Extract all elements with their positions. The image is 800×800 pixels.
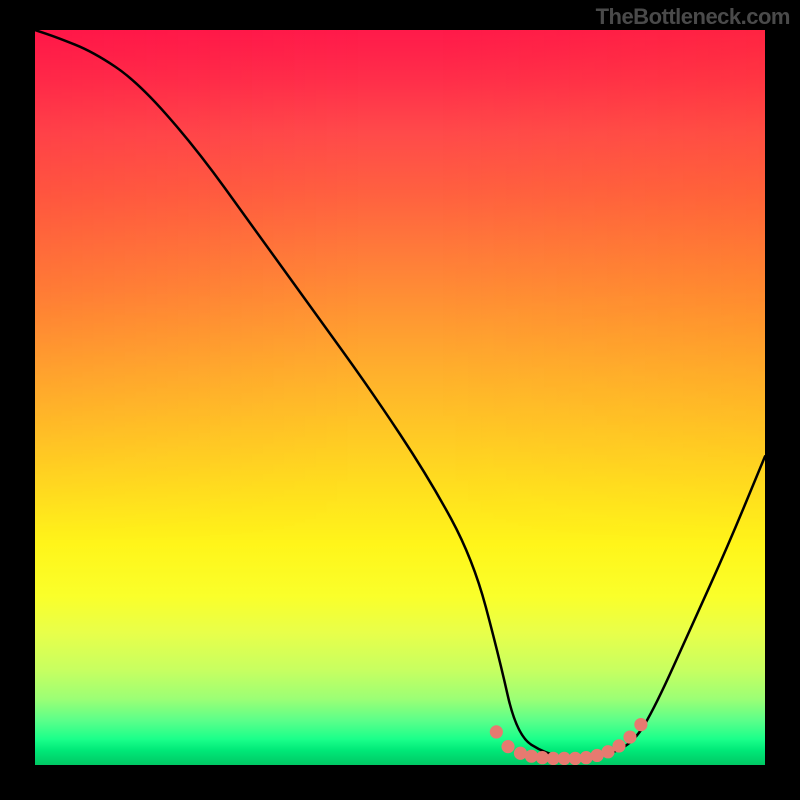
highlight-dot [634, 718, 647, 731]
curve-layer [35, 30, 765, 765]
highlight-dot [612, 739, 625, 752]
plot-area [35, 30, 765, 765]
highlight-dot [580, 751, 593, 764]
highlight-dot [490, 725, 503, 738]
chart-frame: TheBottleneck.com [0, 0, 800, 800]
highlight-dot [623, 730, 636, 743]
highlight-dot [501, 740, 514, 753]
bottleneck-curve-path [35, 30, 765, 758]
attribution-label: TheBottleneck.com [596, 4, 790, 30]
highlight-dots-group [490, 718, 648, 765]
